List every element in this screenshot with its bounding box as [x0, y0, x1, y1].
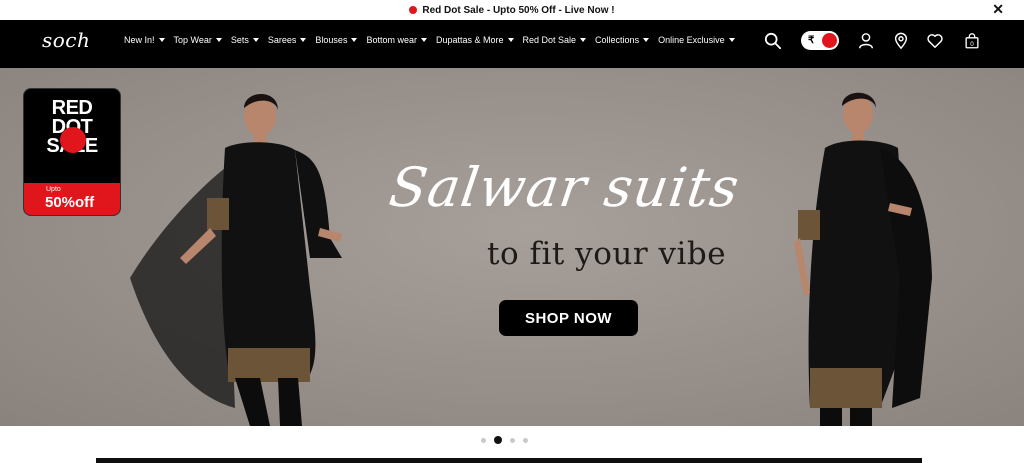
hero-headline: Salwar suits [385, 156, 744, 219]
hero-banner[interactable]: RED DOT SALE Upto 50%off Salwar suits to… [0, 68, 1024, 426]
chevron-down-icon [507, 38, 514, 42]
close-icon[interactable]: ✕ [992, 1, 1004, 17]
nav-item-collections[interactable]: Collections [595, 35, 650, 45]
nav-menu: New In! Top Wear Sets Sarees Blouses Bot… [124, 35, 735, 45]
search-icon[interactable] [764, 32, 782, 50]
chevron-down-icon [580, 38, 587, 42]
nav-item-bottom-wear[interactable]: Bottom wear [366, 35, 427, 45]
red-dot-sale-badge[interactable]: RED DOT SALE Upto 50%off [23, 88, 121, 216]
chevron-down-icon [351, 38, 358, 42]
hero-subheadline: to fit your vibe [487, 236, 727, 272]
nav-item-label: Sets [230, 35, 249, 45]
nav-item-label: Sarees [267, 35, 297, 45]
heart-icon[interactable] [926, 32, 944, 50]
carousel-dot-2[interactable] [494, 436, 502, 444]
nav-item-sarees[interactable]: Sarees [268, 35, 307, 45]
badge-offer: Upto 50%off [24, 183, 120, 215]
badge-upto: Upto [46, 186, 61, 193]
user-icon[interactable] [857, 32, 875, 50]
model-image-right [794, 92, 932, 426]
brand-logo[interactable]: soch [42, 28, 90, 52]
rupee-icon: ₹ [808, 35, 815, 46]
chevron-down-icon [420, 38, 427, 42]
next-section-preview [96, 458, 922, 463]
nav-item-label: Collections [595, 35, 640, 45]
nav-item-blouses[interactable]: Blouses [315, 35, 358, 45]
nav-item-label: Red Dot Sale [522, 35, 577, 45]
shop-now-button[interactable]: SHOP NOW [499, 300, 638, 336]
nav-item-label: Bottom wear [366, 35, 417, 45]
nav-item-sets[interactable]: Sets [231, 35, 259, 45]
red-dot-icon [60, 127, 86, 153]
nav-item-dupattas[interactable]: Dupattas & More [436, 35, 514, 45]
nav-item-online-exclusive[interactable]: Online Exclusive [658, 35, 735, 45]
main-nav: soch New In! Top Wear Sets Sarees Blouse… [0, 20, 1024, 68]
nav-item-label: Blouses [315, 35, 348, 45]
chevron-down-icon [300, 38, 307, 42]
nav-item-label: Online Exclusive [658, 35, 725, 45]
model-image-left [130, 94, 342, 426]
announcement-text[interactable]: Red Dot Sale - Upto 50% Off - Live Now ! [422, 5, 614, 16]
chevron-down-icon [158, 38, 165, 42]
carousel-indicators [481, 436, 528, 444]
chevron-down-icon [643, 38, 650, 42]
chevron-down-icon [728, 38, 735, 42]
cart-count: 0 [970, 41, 974, 48]
nav-item-top-wear[interactable]: Top Wear [174, 35, 222, 45]
location-pin-icon[interactable] [892, 32, 910, 50]
toggle-knob [822, 33, 837, 48]
chevron-down-icon [252, 38, 259, 42]
badge-discount: 50%off [45, 194, 95, 211]
red-dot-icon [409, 6, 418, 14]
nav-item-label: Dupattas & More [435, 35, 504, 45]
nav-item-red-dot-sale[interactable]: Red Dot Sale [523, 35, 587, 45]
nav-item-label: New In! [124, 35, 155, 45]
announcement-bar: Red Dot Sale - Upto 50% Off - Live Now !… [0, 0, 1024, 20]
shopping-bag-icon[interactable]: 0 [963, 32, 981, 50]
carousel-dot-4[interactable] [523, 437, 528, 443]
nav-item-new-in[interactable]: New In! [124, 35, 165, 45]
carousel-dot-1[interactable] [481, 437, 486, 443]
chevron-down-icon [215, 38, 222, 42]
nav-item-label: Top Wear [173, 35, 212, 45]
currency-toggle[interactable]: ₹ [801, 31, 839, 50]
carousel-dot-3[interactable] [510, 437, 515, 443]
